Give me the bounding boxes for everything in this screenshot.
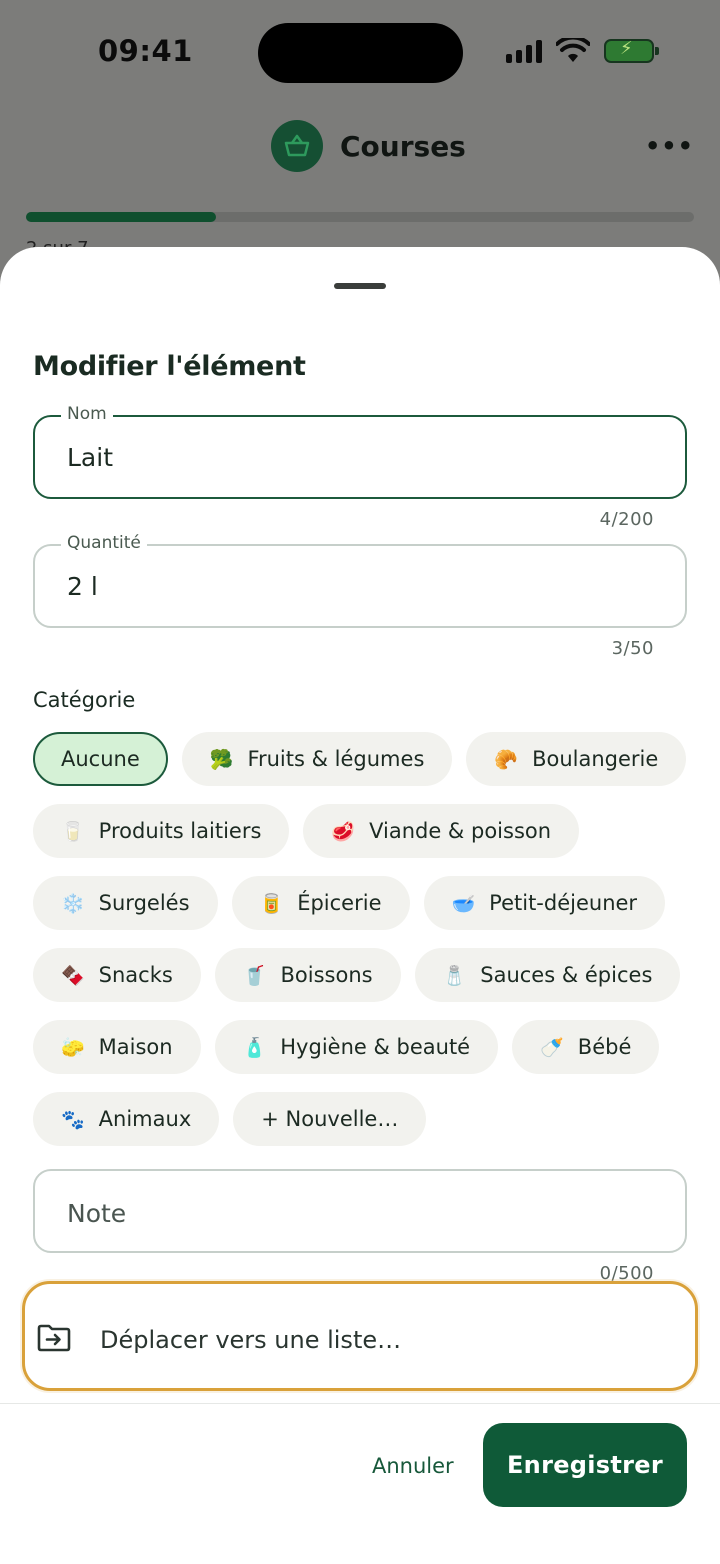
- footer-divider: [0, 1403, 720, 1404]
- save-button[interactable]: Enregistrer: [483, 1423, 687, 1507]
- progress-bar: [26, 212, 694, 222]
- quantity-field-label: Quantité: [61, 533, 147, 553]
- battery-charging-icon: ⚡: [604, 38, 659, 63]
- note-field-placeholder: Note: [67, 1199, 127, 1228]
- new-category-chip[interactable]: + Nouvelle…: [233, 1092, 427, 1146]
- name-field-value[interactable]: Lait: [67, 443, 113, 472]
- name-counter: 4/200: [599, 509, 654, 530]
- edit-item-sheet: Modifier l'élément Nom Lait 4/200 Quanti…: [0, 247, 720, 1564]
- category-chip-boulangerie[interactable]: 🥐 Boulangerie: [466, 732, 687, 786]
- progress-fill: [26, 212, 217, 222]
- category-chip-aucune[interactable]: Aucune: [33, 732, 168, 786]
- broccoli-icon: 🥦: [209, 748, 234, 771]
- meat-icon: 🥩: [331, 820, 356, 843]
- category-chip-boissons[interactable]: 🥤 Boissons: [214, 948, 401, 1002]
- move-to-list-label: Déplacer vers une liste…: [100, 1326, 402, 1354]
- category-chip-produits-laitiers[interactable]: 🥛 Produits laitiers: [33, 804, 290, 858]
- category-chip-fruits-legumes[interactable]: 🥦 Fruits & légumes: [181, 732, 453, 786]
- category-chip-snacks[interactable]: 🍫 Snacks: [33, 948, 201, 1002]
- basket-icon: [271, 120, 323, 172]
- note-field[interactable]: Note: [33, 1169, 687, 1253]
- wifi-icon: [556, 38, 590, 62]
- category-chip-bebe[interactable]: 🍼 Bébé: [512, 1020, 660, 1074]
- move-to-list-button[interactable]: Déplacer vers une liste…: [22, 1281, 698, 1391]
- category-chips: Aucune 🥦 Fruits & légumes 🥐 Boulangerie 🥛 P…: [33, 732, 693, 1164]
- quantity-counter: 3/50: [611, 638, 654, 659]
- status-bar: 09:41 ⚡: [0, 0, 720, 100]
- croissant-icon: 🥐: [494, 748, 519, 771]
- category-chip-animaux[interactable]: 🐾 Animaux: [33, 1092, 220, 1146]
- lotion-bottle-icon: 🧴: [242, 1036, 267, 1059]
- category-chip-maison[interactable]: 🧽 Maison: [33, 1020, 201, 1074]
- category-chip-epicerie[interactable]: 🥫 Épicerie: [231, 876, 410, 930]
- milk-glass-icon: 🥛: [61, 820, 85, 843]
- more-options-icon[interactable]: •••: [645, 132, 694, 160]
- category-chip-viande-poisson[interactable]: 🥩 Viande & poisson: [303, 804, 580, 858]
- folder-move-icon: [37, 1324, 71, 1352]
- chocolate-icon: 🍫: [61, 964, 85, 987]
- app-header: Courses •••: [0, 120, 720, 180]
- sheet-title: Modifier l'élément: [33, 351, 306, 382]
- sheet-drag-handle[interactable]: [334, 283, 386, 289]
- baby-bottle-icon: 🍼: [540, 1036, 564, 1059]
- drink-cup-icon: 🥤: [242, 964, 267, 987]
- quantity-field-value[interactable]: 2 l: [67, 572, 98, 601]
- paw-prints-icon: 🐾: [61, 1108, 85, 1131]
- category-label: Catégorie: [33, 688, 136, 712]
- category-chip-sauces-epices[interactable]: 🧂 Sauces & épices: [414, 948, 681, 1002]
- list-title: Courses: [340, 130, 466, 163]
- cellular-signal-icon: [506, 39, 542, 63]
- snowflake-icon: ❄️: [61, 892, 85, 915]
- sponge-icon: 🧽: [61, 1036, 85, 1059]
- quantity-field[interactable]: Quantité 2 l: [33, 533, 687, 628]
- name-field-label: Nom: [61, 404, 113, 424]
- category-chip-hygiene-beaute[interactable]: 🧴 Hygiène & beauté: [214, 1020, 499, 1074]
- dynamic-island: [258, 23, 463, 83]
- cancel-button[interactable]: Annuler: [360, 1454, 466, 1478]
- bowl-icon: 🥣: [451, 892, 476, 915]
- name-field[interactable]: Nom Lait: [33, 404, 687, 499]
- status-time: 09:41: [98, 34, 193, 68]
- category-chip-surgeles[interactable]: ❄️ Surgelés: [33, 876, 218, 930]
- category-chip-petit-dejeuner[interactable]: 🥣 Petit-déjeuner: [423, 876, 666, 930]
- canned-food-icon: 🥫: [259, 892, 284, 915]
- salt-shaker-icon: 🧂: [442, 964, 467, 987]
